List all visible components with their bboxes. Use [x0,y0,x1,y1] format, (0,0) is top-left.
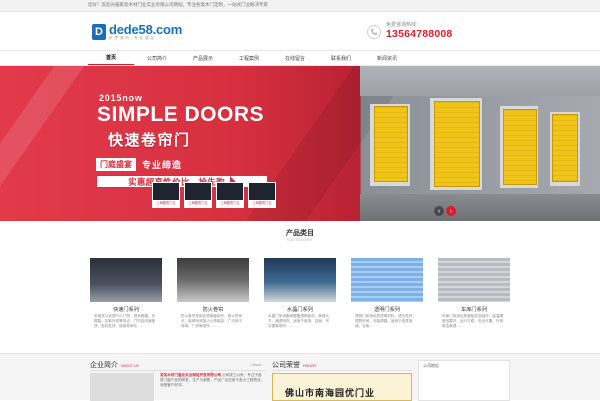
banner-slogan: 门庭盛宴 专业缔造 [96,158,182,171]
slogan-text: 专业缔造 [142,160,183,170]
product-name[interactable]: 车库门系列 [438,306,510,313]
section-title-cn: 产品类目 [286,230,314,237]
nav-item-home[interactable]: 首页 [88,51,134,65]
section-title-en: CATEGORY [287,238,313,242]
product-card[interactable]: 水晶门系列 水晶门采用聚碳酸酯透明板材，美观大方，通透明亮，适用于商场、店面、写… [264,258,336,350]
slider-controls: ‹ › [432,206,456,216]
top-bar: 您好！欢迎光临家装木材门业实业有限公司网站，专注各类木门定制，一站式门业解决专家 [0,0,600,12]
intro-text: 某某木材门窗业实业网站开发有限公司 公司成立以来，专注于各类门窗产品的研发、生产… [160,373,265,387]
product-desc: 防火卷帘采用优质钢板制作，耐火时间长，能够有效阻止火势蔓延，广泛用于商场、厂房等… [181,314,243,328]
product-name[interactable]: 防火卷帘 [177,306,249,313]
banner-cn-title: 快速卷帘门 [108,132,191,149]
bottom-section: 企业简介 ABOUT US • More 某某木材门窗业实业网站开发有限公司 公司… [0,353,600,401]
honor-certificate[interactable]: 佛山市南海园优门业 [272,373,412,401]
hotline: 免费咨询热线： 13564788008 [367,22,452,41]
banner-year: 2015now [99,93,143,103]
product-name[interactable]: 水晶门系列 [264,306,336,313]
product-card[interactable]: 快速门系列 采用进口优质PVC门帘，具有耐磨、抗撕裂、抗紫外线等特点，门帘启闭速… [90,258,162,350]
honor-heading: 公司荣誉 HONOR [272,362,317,369]
intro-image [90,373,154,401]
product-card[interactable]: 透明门系列 透明门采用优质透明材料，透光性好，视野开阔，安装便捷，适用于各类商铺… [351,258,423,350]
banner-promo: 2015now SIMPLE DOORS 快速卷帘门 门庭盛宴 专业缔造 实惠超… [0,66,415,221]
company-address-box: 公司地址 [418,360,510,401]
intro-heading: 企业简介 ABOUT US [90,362,139,369]
welcome-text: 您好！欢迎光临家装木材门业实业有限公司网站，专注各类木门定制，一站式门业解决专家 [88,2,268,7]
product-desc: 采用进口优质PVC门帘，具有耐磨、抗撕裂、抗紫外线等特点，门帘启闭速度快，密封性… [94,314,156,328]
banner-thumb: 上海春秀门业 [216,182,244,208]
products-section-title: 产品类目 CATEGORY [0,228,600,242]
logo-text: dede58.com [109,22,183,38]
product-name[interactable]: 快速门系列 [90,306,162,313]
next-slide-button[interactable]: › [446,206,456,216]
product-image[interactable] [264,258,336,302]
product-image[interactable] [177,258,249,302]
product-image[interactable] [90,258,162,302]
logo-mark-icon: D [92,24,106,40]
hero-banner[interactable]: 2015now SIMPLE DOORS 快速卷帘门 门庭盛宴 专业缔造 实惠超… [0,66,600,221]
nav-item-contact[interactable]: 联系我们 [318,51,364,65]
product-card[interactable]: 防火卷帘 防火卷帘采用优质钢板制作，耐火时间长，能够有效阻止火势蔓延，广泛用于商… [177,258,249,350]
nav-item-about[interactable]: 公司简介 [134,51,180,65]
product-card[interactable]: 车库门系列 车库门采用优质钢板发泡制作，保温隔音效果好，运行平稳，安全可靠，外观… [438,258,510,350]
product-image[interactable] [351,258,423,302]
nav-item-message[interactable]: 在线留言 [272,51,318,65]
nav-item-products[interactable]: 产品展示 [180,51,226,65]
prev-slide-button[interactable]: ‹ [434,206,444,216]
logo-subtitle: 织 梦 源 码 · 专 业 建 站 [109,36,155,41]
nav-item-cases[interactable]: 工程案例 [226,51,272,65]
product-list: 快速门系列 采用进口优质PVC门帘，具有耐磨、抗撕裂、抗紫外线等特点，门帘启闭速… [90,258,510,350]
hotline-number[interactable]: 13564788008 [386,28,452,41]
banner-title: SIMPLE DOORS [97,103,265,126]
site-logo[interactable]: D dede58.com 织 梦 源 码 · 专 业 建 站 [92,20,182,44]
product-desc: 车库门采用优质钢板发泡制作，保温隔音效果好，运行平稳，安全可靠，外观简洁美观…… [442,314,504,328]
banner-photo: ‹ › [360,66,600,221]
banner-thumb: 上海春秀门业 [248,182,276,208]
header: D dede58.com 织 梦 源 码 · 专 业 建 站 免费咨询热线： 1… [0,12,600,50]
slogan-box: 门庭盛宴 [96,158,136,171]
product-image[interactable] [438,258,510,302]
product-name[interactable]: 透明门系列 [351,306,423,313]
main-nav: 首页 公司简介 产品展示 工程案例 在线留言 联系我们 新闻资讯 [0,50,600,66]
phone-icon [367,24,381,39]
nav-item-news[interactable]: 新闻资讯 [364,51,410,65]
product-desc: 透明门采用优质透明材料，透光性好，视野开阔，安装便捷，适用于各类商铺、仓库…… [355,314,417,328]
banner-thumb: 上海春秀门业 [152,182,180,208]
banner-thumb: 上海春秀门业 [184,182,212,208]
product-desc: 水晶门采用聚碳酸酯透明板材，美观大方，通透明亮，适用于商场、店面、写字楼等场所…… [268,314,330,328]
more-link[interactable]: • More [250,362,262,367]
